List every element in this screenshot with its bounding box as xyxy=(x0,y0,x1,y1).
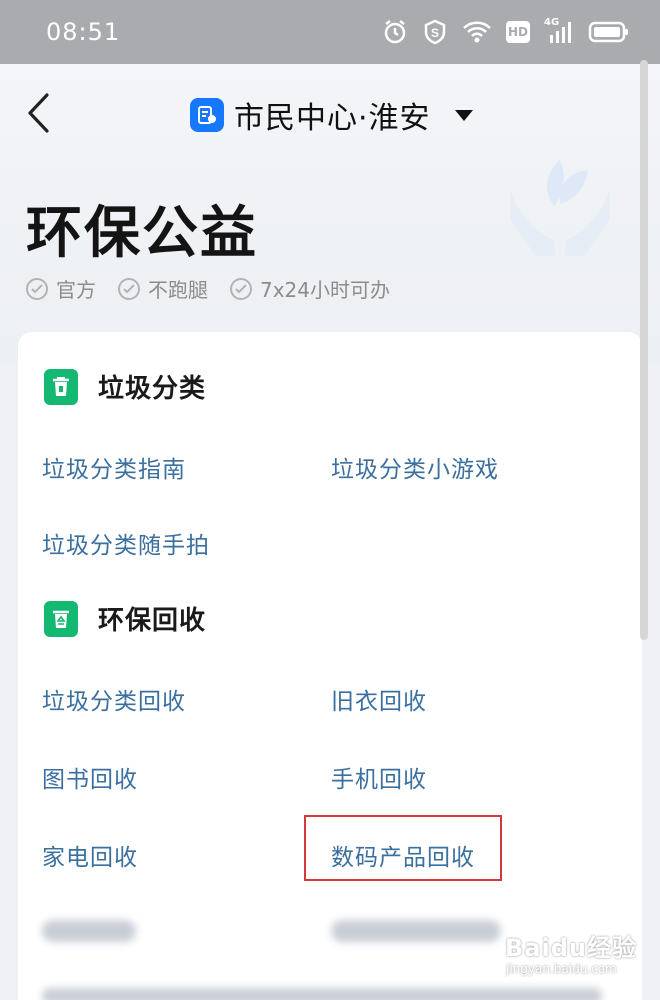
link-sorting-game[interactable]: 垃圾分类小游戏 xyxy=(331,450,499,484)
tag-no-visit: 不跑腿 xyxy=(118,274,208,303)
status-icons: S HD 4G xyxy=(382,17,630,45)
check-circle-icon xyxy=(118,277,140,300)
highlight-annotation-box xyxy=(304,815,502,881)
blurred-item xyxy=(331,920,501,942)
back-button[interactable] xyxy=(22,92,54,138)
signal-4g-icon: 4G xyxy=(544,17,574,45)
link-garbage-recycling[interactable]: 垃圾分类回收 xyxy=(42,682,186,716)
tag-24h: 7x24小时可办 xyxy=(230,274,390,303)
chevron-left-icon xyxy=(25,92,51,138)
battery-icon xyxy=(588,19,630,45)
hd-icon: HD xyxy=(506,21,530,43)
shield-s-icon: S xyxy=(422,19,448,45)
tag-label: 不跑腿 xyxy=(148,278,208,302)
link-book-recycling[interactable]: 图书回收 xyxy=(42,760,138,794)
status-bar: 08:51 S HD 4G xyxy=(0,0,660,64)
section-garbage-sorting: 垃圾分类 xyxy=(44,368,206,405)
blurred-row xyxy=(42,988,602,1000)
section-title: 环保回收 xyxy=(98,606,207,636)
tag-label: 官方 xyxy=(56,278,96,302)
page-title: 环保公益 xyxy=(26,201,258,266)
watermark-logo: Baidu经验 xyxy=(505,934,637,962)
section-recycling: 环保回收 xyxy=(44,600,206,637)
link-sorting-guide[interactable]: 垃圾分类指南 xyxy=(42,450,186,484)
link-phone-recycling[interactable]: 手机回收 xyxy=(331,760,427,794)
services-card: 垃圾分类 垃圾分类指南 垃圾分类小游戏 垃圾分类随手拍 环保回收 垃圾分类回收 … xyxy=(18,332,642,1000)
tag-label: 7x24小时可办 xyxy=(260,278,391,302)
caret-down-icon xyxy=(454,109,473,121)
watermark-url: jingyan.baidu.com xyxy=(506,962,617,976)
nav-bar: 市民中心·淮安 xyxy=(0,64,660,164)
network-label: 4G xyxy=(544,17,560,28)
status-time: 08:51 xyxy=(46,18,121,46)
recycle-bin-icon xyxy=(44,600,78,637)
service-tags: 官方 不跑腿 7x24小时可办 xyxy=(26,274,390,303)
trash-bin-icon xyxy=(44,368,78,405)
blurred-item xyxy=(42,920,136,942)
hands-leaf-icon xyxy=(500,150,620,260)
tag-official: 官方 xyxy=(26,274,96,303)
city-selector[interactable]: 市民中心·淮安 xyxy=(190,94,473,136)
wifi-icon xyxy=(462,19,492,45)
page-scrollbar[interactable] xyxy=(640,60,648,640)
link-appliance-recycling[interactable]: 家电回收 xyxy=(42,838,138,872)
check-circle-icon xyxy=(230,277,252,300)
city-badge-icon xyxy=(190,98,224,132)
city-title: 市民中心·淮安 xyxy=(234,101,431,136)
section-title: 垃圾分类 xyxy=(98,374,207,404)
link-sorting-photo[interactable]: 垃圾分类随手拍 xyxy=(42,526,210,560)
link-clothes-recycling[interactable]: 旧衣回收 xyxy=(331,682,427,716)
hd-label: HD xyxy=(507,25,528,39)
alarm-icon xyxy=(382,19,408,45)
svg-text:S: S xyxy=(431,26,439,40)
check-circle-icon xyxy=(26,277,48,300)
